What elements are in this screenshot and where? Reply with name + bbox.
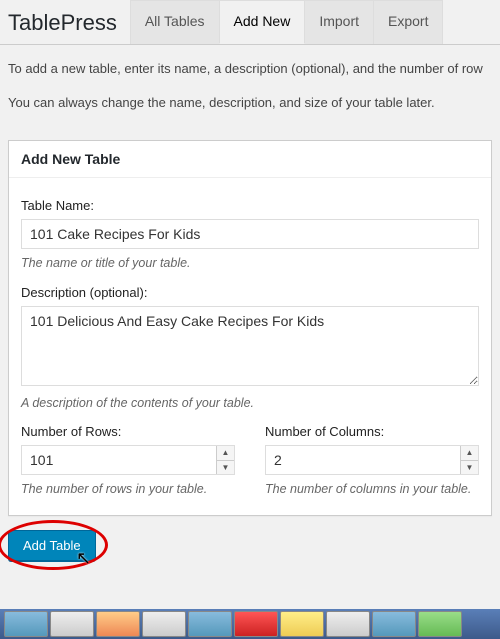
taskbar-item[interactable] xyxy=(326,611,370,637)
taskbar-item[interactable] xyxy=(96,611,140,637)
page-title: TablePress xyxy=(0,0,131,44)
tabs: All Tables Add New Import Export xyxy=(131,0,444,44)
intro-line-2: You can always change the name, descript… xyxy=(8,93,492,113)
metabox-title: Add New Table xyxy=(9,141,491,178)
taskbar xyxy=(0,609,500,639)
tab-export[interactable]: Export xyxy=(373,0,443,44)
taskbar-item[interactable] xyxy=(4,611,48,637)
tab-import[interactable]: Import xyxy=(304,0,374,44)
rows-label: Number of Rows: xyxy=(21,424,235,439)
intro-line-1: To add a new table, enter its name, a de… xyxy=(8,59,492,79)
add-new-table-box: Add New Table Table Name: The name or ti… xyxy=(8,140,492,516)
table-name-input[interactable] xyxy=(21,219,479,249)
cols-label: Number of Columns: xyxy=(265,424,479,439)
rows-input[interactable] xyxy=(21,445,235,475)
taskbar-item[interactable] xyxy=(188,611,232,637)
taskbar-item[interactable] xyxy=(142,611,186,637)
cols-input[interactable] xyxy=(265,445,479,475)
intro-text: To add a new table, enter its name, a de… xyxy=(0,45,500,130)
taskbar-item[interactable] xyxy=(372,611,416,637)
description-input[interactable] xyxy=(21,306,479,386)
taskbar-item[interactable] xyxy=(234,611,278,637)
taskbar-item[interactable] xyxy=(280,611,324,637)
rows-hint: The number of rows in your table. xyxy=(21,481,235,499)
cols-spinner[interactable]: ▲▼ xyxy=(460,446,478,474)
tab-add-new[interactable]: Add New xyxy=(219,0,306,44)
add-table-button[interactable]: Add Table xyxy=(8,530,96,561)
tab-all-tables[interactable]: All Tables xyxy=(130,0,220,44)
table-name-hint: The name or title of your table. xyxy=(21,255,479,273)
rows-spinner[interactable]: ▲▼ xyxy=(216,446,234,474)
taskbar-item[interactable] xyxy=(50,611,94,637)
cols-hint: The number of columns in your table. xyxy=(265,481,479,499)
description-hint: A description of the contents of your ta… xyxy=(21,395,479,413)
description-label: Description (optional): xyxy=(21,285,479,300)
taskbar-item[interactable] xyxy=(418,611,462,637)
table-name-label: Table Name: xyxy=(21,198,479,213)
